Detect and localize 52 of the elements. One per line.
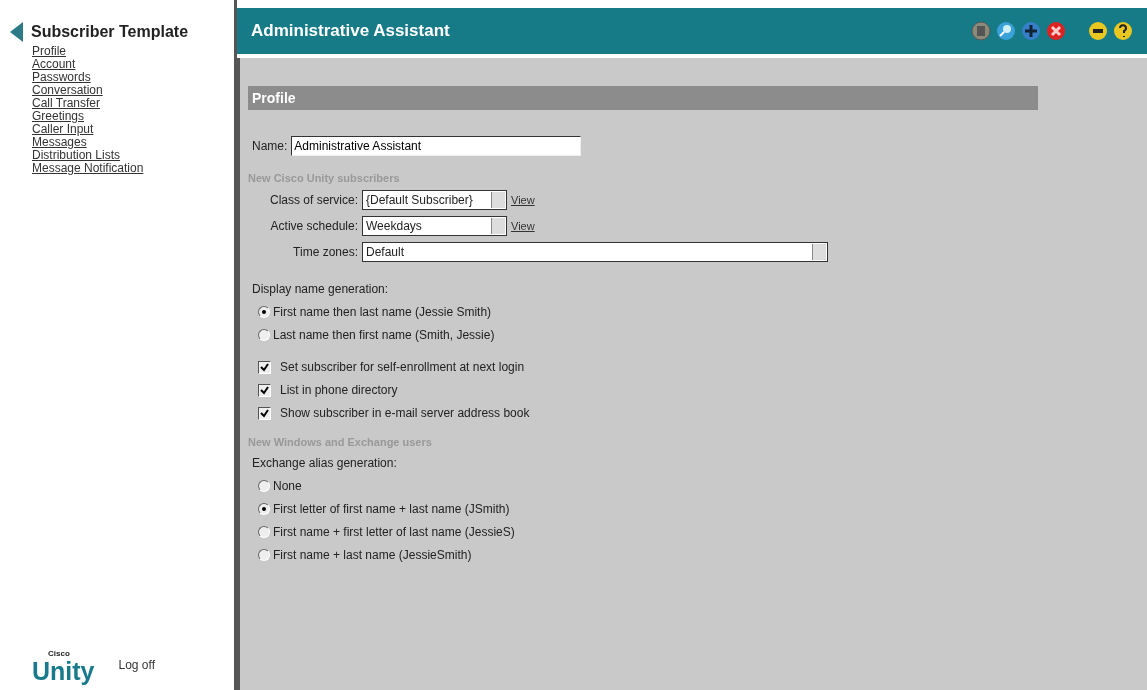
sidebar-link[interactable]: Conversation [32,84,103,97]
help-icon[interactable] [1113,21,1133,41]
sidebar-link[interactable]: Message Notification [32,162,144,175]
delete-icon[interactable] [1046,21,1066,41]
field-label: Exchange alias generation: [251,456,398,470]
field-label: Active schedule: [269,219,358,233]
dropdown[interactable]: {Default Subscriber} [362,190,507,210]
option-label: Last name then first name (Smith, Jessie) [273,328,495,342]
page-title: Administrative Assistant [251,21,451,41]
checkbox[interactable] [258,360,271,374]
radio-button[interactable] [258,549,270,561]
field-label: Class of service: [268,193,358,207]
field-label: Time zones: [292,245,358,259]
view-link[interactable]: View [511,220,535,232]
dropdown[interactable]: Weekdays [362,216,507,236]
sidebar-link[interactable]: Messages [32,136,87,149]
radio-button[interactable] [258,503,270,515]
sidebar-link[interactable]: Passwords [32,71,91,84]
section-header: Profile [248,86,1038,110]
option-label: Show subscriber in e-mail server address book [280,406,530,420]
name-field[interactable]: Administrative Assistant [291,136,582,156]
logo-text: Unity [32,658,95,684]
option-label: First name + last name (JessieSmith) [273,548,472,562]
radio-button[interactable] [258,329,270,341]
field-label: Name: [252,139,288,153]
option-label: Set subscriber for self-enrollment at next login [280,360,525,374]
option-label: First letter of first name + last name (JSmith) [273,502,510,516]
dropdown[interactable]: Default [362,242,828,262]
back-arrow-icon[interactable] [10,22,23,42]
field-label: Display name generation: [251,282,390,296]
sidebar-link[interactable]: Call Transfer [32,97,101,110]
sidebar-link[interactable]: Caller Input [32,123,94,136]
sidebar-link[interactable]: Profile [32,45,66,58]
radio-button[interactable] [258,306,270,318]
logo-small-text: Cisco [47,649,71,658]
add-icon[interactable] [1021,21,1041,41]
option-label: List in phone directory [280,383,398,397]
search-icon[interactable] [996,21,1016,41]
radio-button[interactable] [258,480,270,492]
radio-button[interactable] [258,526,270,538]
checkbox[interactable] [258,406,271,420]
logoff-link[interactable]: Log off [118,658,155,672]
checkbox[interactable] [258,383,271,397]
sidebar-title: Subscriber Template [31,23,189,41]
sidebar-link[interactable]: Account [32,58,76,71]
option-label: First name then last name (Jessie Smith) [273,305,492,319]
sidebar-link[interactable]: Greetings [32,110,85,123]
option-label: First name + first letter of last name (JessieS) [273,525,515,539]
view-link[interactable]: View [511,194,535,206]
sidebar-link[interactable]: Distribution Lists [32,149,121,162]
option-label: None [273,479,302,493]
tray-icon[interactable] [1088,21,1108,41]
